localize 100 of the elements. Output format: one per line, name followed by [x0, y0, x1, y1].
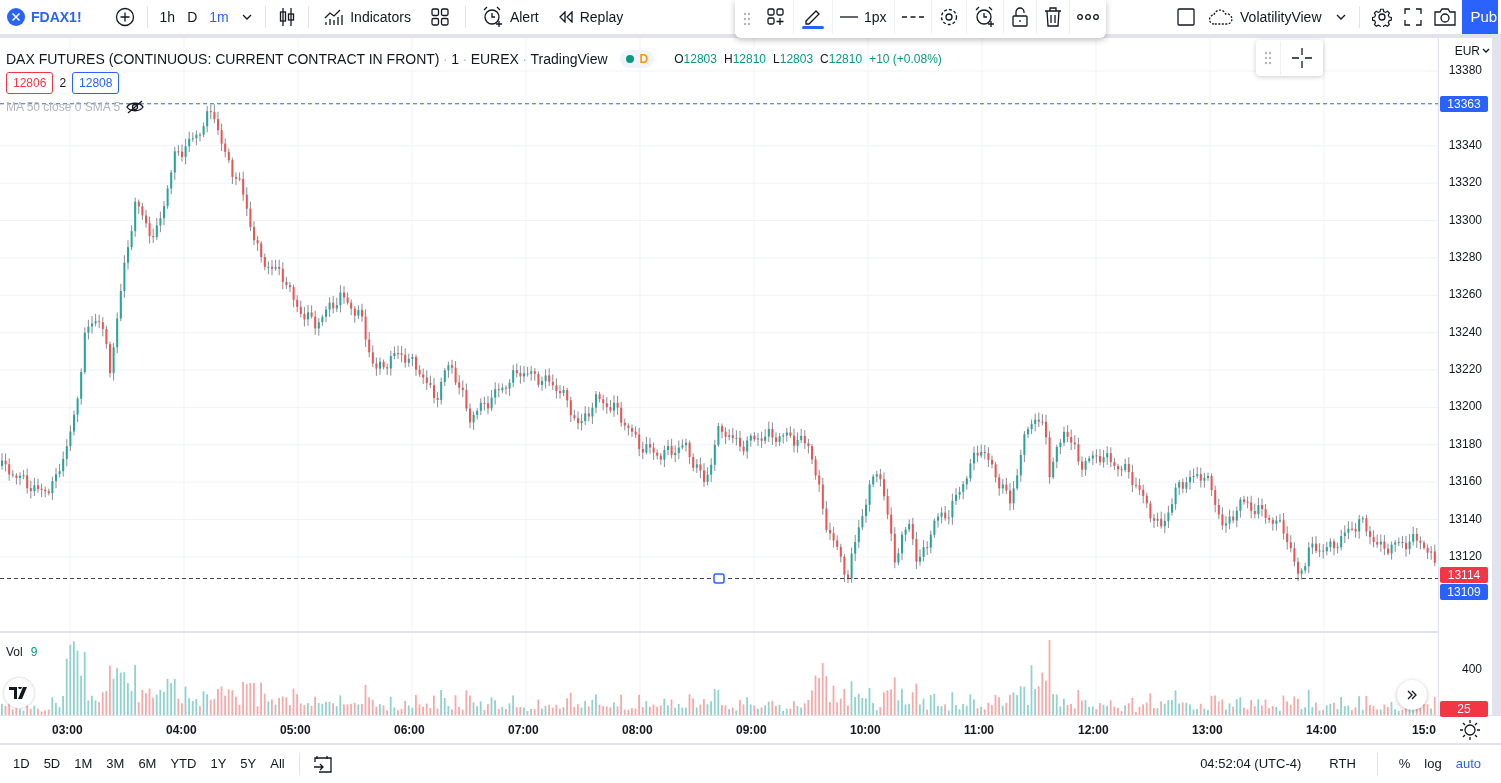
- cloud-icon: [1208, 8, 1235, 26]
- scale-option-button[interactable]: auto: [1448, 754, 1488, 774]
- range-button[interactable]: 1M: [67, 754, 100, 774]
- drag-handle-icon[interactable]: [743, 12, 751, 26]
- price-label: 13260: [1448, 287, 1482, 302]
- dashed-line-icon: [901, 15, 924, 19]
- price-label: 13280: [1448, 249, 1482, 264]
- spread-text: 2: [59, 75, 67, 92]
- chevron-down-icon: [1334, 13, 1347, 21]
- time-label: 05:00: [280, 722, 311, 739]
- session-button[interactable]: RTH: [1322, 754, 1363, 774]
- line-width-button[interactable]: 1px: [833, 0, 895, 34]
- time-label: 13:00: [1192, 722, 1223, 739]
- ohlc-value: C12810: [820, 51, 863, 68]
- chevron-down-icon: [240, 13, 253, 21]
- trash-icon: [1043, 7, 1062, 27]
- status-dot-icon: [625, 55, 634, 63]
- price-label: 13340: [1448, 137, 1482, 152]
- time-label: 15:0: [1411, 722, 1436, 739]
- ask-price[interactable]: 12808: [72, 72, 120, 94]
- crosshair-icon: [1291, 47, 1313, 69]
- range-button[interactable]: All: [263, 754, 292, 774]
- settings-icon: [938, 7, 959, 27]
- price-label: 13160: [1448, 474, 1482, 489]
- separator-dot: ·: [522, 49, 528, 69]
- currency-dropdown[interactable]: EUR: [1454, 42, 1490, 60]
- range-button[interactable]: YTD: [163, 754, 204, 774]
- exchange-text: EUREX: [470, 49, 519, 69]
- grid-plus-icon: [766, 7, 786, 27]
- square-icon: [1176, 7, 1197, 27]
- interval-button[interactable]: 1m: [203, 0, 235, 34]
- scrollbar[interactable]: [1492, 38, 1501, 715]
- more-icon: [1076, 14, 1099, 20]
- range-button[interactable]: 5D: [36, 754, 68, 774]
- horizontal-line[interactable]: [0, 578, 1438, 579]
- calendar-arrow-icon: [312, 755, 333, 773]
- source-text: TradingView: [530, 49, 608, 69]
- range-button[interactable]: 3M: [99, 754, 132, 774]
- time-label: 10:00: [850, 722, 881, 739]
- time-label: 08:00: [622, 722, 653, 739]
- ohlc-value: H12810: [723, 51, 766, 68]
- price-label: 13300: [1448, 212, 1482, 227]
- change-value: +10 (+0.08%): [869, 51, 942, 68]
- camera-icon: [1433, 8, 1456, 26]
- scale-option-button[interactable]: log: [1417, 754, 1449, 774]
- volume-marker: 25: [1440, 701, 1488, 717]
- symbol-button[interactable]: FDAX1!: [25, 0, 88, 34]
- time-label: 04:00: [166, 722, 197, 739]
- layout-dropdown[interactable]: VolatilityView: [1202, 0, 1353, 34]
- ohlc-value: O12803: [674, 51, 717, 68]
- price-label: 13380: [1448, 63, 1482, 77]
- chevron-down-icon: [1482, 48, 1490, 54]
- range-button[interactable]: 1D: [6, 754, 37, 774]
- logo-drawing[interactable]: [4, 678, 34, 708]
- hidden-eye-icon[interactable]: [126, 100, 145, 114]
- alarm-clock-icon: [481, 6, 504, 28]
- indicators-button[interactable]: Indicators: [318, 0, 417, 34]
- chart-icon: [324, 8, 345, 26]
- range-button[interactable]: 6M: [131, 754, 164, 774]
- bid-price[interactable]: 12806: [6, 72, 54, 94]
- line-icon: [840, 15, 858, 19]
- price-label: 13320: [1448, 175, 1482, 190]
- interval-button[interactable]: D: [181, 0, 204, 34]
- scroll-to-latest-button[interactable]: [1397, 680, 1427, 710]
- brightness-icon[interactable]: [1459, 719, 1480, 740]
- range-button[interactable]: 1Y: [203, 754, 234, 774]
- scale-option-button[interactable]: %: [1391, 754, 1418, 774]
- volume-axis-label: 400: [1461, 662, 1482, 676]
- price-marker: 13114: [1440, 567, 1488, 584]
- interval-text: 1: [451, 49, 459, 69]
- rewind-icon: [557, 11, 574, 23]
- settings-icon: [1371, 7, 1392, 27]
- time-label: 12:00: [1078, 722, 1109, 739]
- price-label: 13240: [1448, 324, 1482, 339]
- interval-button[interactable]: 1h: [153, 0, 182, 34]
- price-label: 13140: [1448, 511, 1482, 526]
- clock-text: 04:52:04 (UTC-4): [1200, 755, 1302, 774]
- chart-title: DAX FUTURES (CONTINUOUS: CURRENT CONTRACT IN FRONT): [6, 49, 440, 69]
- price-marker: 13363: [1440, 95, 1488, 112]
- fullscreen-icon: [1403, 8, 1422, 26]
- publish-button[interactable]: Pub: [1461, 0, 1498, 34]
- price-marker: 13109: [1440, 584, 1488, 601]
- price-label: 13120: [1448, 548, 1482, 563]
- time-label: 07:00: [508, 722, 539, 739]
- time-label: 03:00: [52, 722, 83, 739]
- time-label: 09:00: [736, 722, 767, 739]
- symbol-logo-icon: [7, 8, 25, 26]
- alarm-clock-icon: [973, 6, 996, 28]
- price-label: 13200: [1448, 399, 1482, 414]
- drag-handle-icon[interactable]: [1264, 51, 1272, 65]
- grid-icon: [429, 7, 450, 27]
- alert-button[interactable]: Alert: [475, 0, 545, 34]
- unlocked-padlock-icon: [1010, 7, 1029, 27]
- volume-value: 9: [30, 644, 38, 661]
- ohlc-value: L12803: [773, 51, 814, 68]
- line-handle[interactable]: [713, 573, 725, 584]
- range-button[interactable]: 5Y: [233, 754, 264, 774]
- time-label: 11:00: [964, 722, 995, 739]
- replay-button[interactable]: Replay: [551, 0, 630, 34]
- double-chevron-right-icon: [1406, 689, 1418, 701]
